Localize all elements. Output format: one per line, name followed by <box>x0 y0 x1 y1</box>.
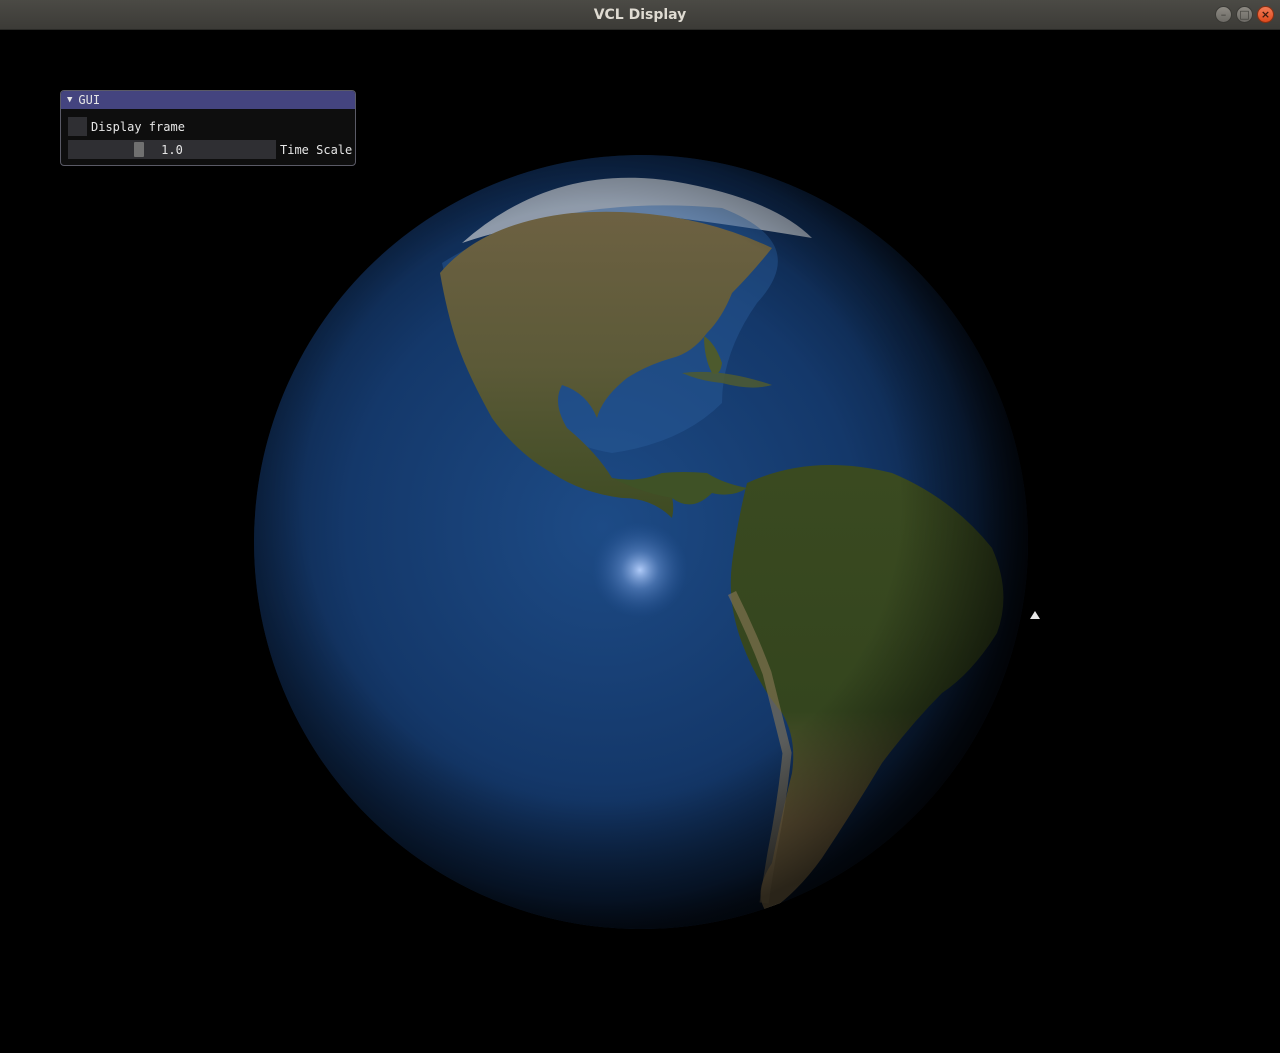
display-frame-row: Display frame <box>68 117 185 136</box>
display-frame-checkbox[interactable] <box>68 117 87 136</box>
earth-globe[interactable] <box>252 153 1030 931</box>
gui-header[interactable]: ▼ GUI <box>61 91 355 109</box>
window-title: VCL Display <box>593 7 687 23</box>
window-controls: – □ × <box>1215 6 1274 23</box>
gui-title: GUI <box>78 93 101 107</box>
display-frame-label: Display frame <box>91 119 185 134</box>
time-scale-label: Time Scale <box>280 142 353 157</box>
gui-panel: ▼ GUI Display frame 1.0 Time Scale <box>60 90 356 166</box>
close-button[interactable]: × <box>1257 6 1274 23</box>
3d-viewport[interactable]: ▼ GUI Display frame 1.0 Time Scale <box>0 30 1280 1053</box>
time-scale-slider[interactable]: 1.0 <box>68 140 276 159</box>
maximize-button[interactable]: □ <box>1236 6 1253 23</box>
time-scale-row: 1.0 Time Scale <box>68 140 352 159</box>
slider-grab-handle[interactable] <box>134 142 145 157</box>
triangle-down-icon[interactable]: ▼ <box>67 95 72 105</box>
app-window: VCL Display – □ × ▼ GUI Display frame 1.… <box>0 0 1280 1053</box>
time-scale-value: 1.0 <box>161 142 183 157</box>
title-bar[interactable]: VCL Display – □ × <box>0 0 1280 30</box>
cursor-arrow-icon <box>1030 611 1040 619</box>
earth-render <box>254 155 1028 929</box>
minimize-button[interactable]: – <box>1215 6 1232 23</box>
